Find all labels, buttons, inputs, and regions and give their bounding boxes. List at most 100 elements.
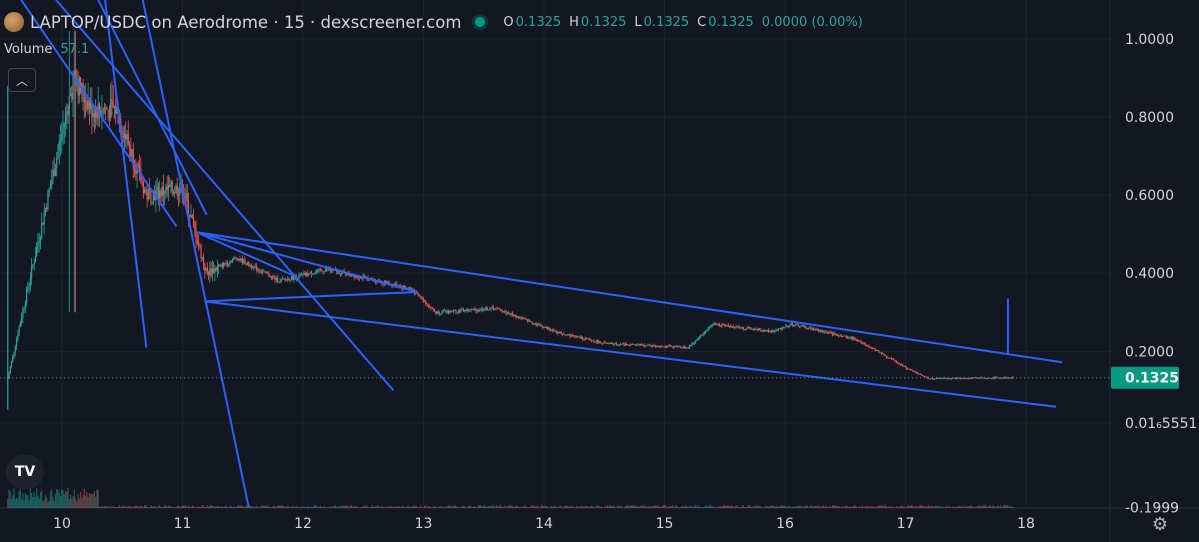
volume-bar	[672, 505, 674, 508]
candle	[145, 186, 147, 195]
candle-body	[305, 272, 308, 276]
volume-bar	[828, 507, 830, 508]
volume-bar	[367, 507, 369, 508]
candle-body	[859, 340, 861, 342]
candle-body	[686, 347, 688, 349]
volume-bar	[131, 506, 133, 508]
candle-body	[505, 311, 507, 314]
volume-bar	[421, 507, 423, 508]
volume-bar	[927, 505, 929, 508]
trendline[interactable]	[196, 231, 1063, 364]
volume-bar	[973, 507, 975, 508]
volume-bar	[240, 505, 242, 508]
gear-icon[interactable]: ⚙	[1149, 513, 1171, 535]
collapse-legend-button[interactable]: ︿	[8, 68, 36, 92]
candle-body	[43, 212, 45, 225]
volume-bar	[821, 506, 824, 508]
candle-body	[18, 327, 20, 336]
candle-body	[834, 333, 836, 335]
candle-body	[759, 328, 761, 330]
volume-bar	[514, 506, 516, 508]
candle-body	[411, 288, 413, 290]
candle	[615, 341, 618, 346]
candle	[92, 106, 94, 128]
volume-bar	[934, 505, 936, 508]
candle-body	[766, 329, 768, 331]
candle	[430, 306, 432, 311]
candle	[540, 323, 542, 327]
volume-bar	[513, 507, 515, 508]
candle-body	[454, 310, 456, 311]
trendline[interactable]	[204, 300, 1057, 408]
candle	[289, 279, 291, 283]
candle	[525, 317, 527, 320]
close-label: C	[697, 14, 707, 30]
volume-bar	[354, 506, 357, 508]
candle-body	[954, 378, 957, 379]
candle	[629, 343, 631, 347]
candle-body	[814, 329, 816, 331]
volume-bar	[150, 505, 152, 508]
candle	[199, 241, 201, 249]
volume-bar	[673, 507, 675, 508]
candle	[526, 319, 529, 323]
volume-bar	[63, 494, 65, 508]
candle-body	[667, 345, 669, 348]
volume-bar	[614, 507, 616, 508]
candle-body	[833, 333, 835, 335]
volume-bar	[117, 506, 119, 508]
volume-bar	[599, 506, 601, 508]
candle-body	[145, 189, 147, 192]
volume-bar	[717, 505, 719, 508]
candle	[476, 308, 478, 314]
volume-bar	[283, 506, 285, 508]
volume-bar	[467, 505, 470, 508]
candle-body	[890, 358, 893, 359]
candle	[263, 269, 265, 273]
volume-bar	[9, 491, 11, 508]
candle	[1006, 376, 1008, 379]
volume-bar	[56, 489, 58, 508]
candle	[268, 270, 270, 277]
candle	[536, 322, 539, 327]
candle-body	[610, 342, 613, 345]
candle-body	[230, 261, 232, 263]
candle	[834, 331, 836, 336]
candle	[13, 351, 15, 360]
candle	[105, 103, 107, 121]
candle-body	[929, 378, 931, 380]
volume-bar	[406, 506, 408, 508]
volume-bar	[171, 506, 173, 508]
price-chart[interactable]: 1.00000.80000.60000.40000.20000.01₆5551-…	[0, 0, 1199, 542]
volume-bar	[67, 488, 69, 508]
candle-body	[747, 327, 749, 329]
candle	[912, 369, 914, 373]
candle-body	[539, 324, 541, 326]
volume-bar	[186, 507, 188, 508]
volume-bar	[553, 506, 555, 508]
volume-bar	[334, 505, 336, 508]
candle	[584, 336, 586, 342]
candle-body	[131, 149, 133, 157]
candle	[585, 337, 588, 340]
volume-bar	[713, 507, 716, 508]
candle-body	[885, 356, 888, 358]
candle-body	[585, 338, 588, 340]
candle-body	[874, 348, 876, 351]
trendline[interactable]	[140, 0, 250, 508]
candle-body	[314, 272, 316, 274]
candle	[320, 268, 323, 272]
candle-body	[283, 278, 285, 280]
tradingview-logo-icon[interactable]: TV	[6, 455, 44, 489]
candle	[762, 328, 765, 333]
volume-bar	[686, 506, 688, 508]
volume-bar	[300, 506, 303, 508]
candle	[879, 352, 881, 354]
x-tick-label: 10	[53, 516, 71, 532]
volume-bar	[598, 505, 600, 508]
candle	[919, 373, 921, 375]
volume-bar	[466, 507, 468, 508]
candle-body	[658, 346, 660, 347]
candle-body	[44, 207, 47, 213]
volume-bar	[475, 506, 477, 508]
